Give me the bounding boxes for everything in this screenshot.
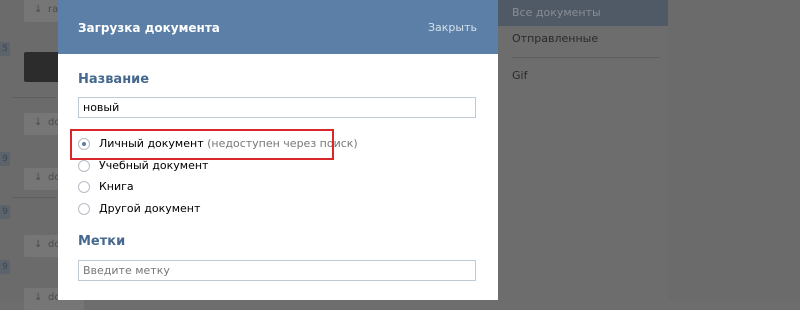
radio-label: Другой документ (99, 202, 201, 215)
count-badge: 9 (0, 260, 10, 274)
thumbnail-image (24, 52, 62, 82)
dialog-header: Загрузка документа Закрыть (58, 0, 498, 54)
count-badge: 9 (0, 205, 10, 219)
radio-label: Книга (99, 180, 134, 193)
filter-all-documents[interactable]: Все документы (498, 0, 668, 26)
radio-label: Учебный документ (99, 159, 209, 172)
divider (512, 57, 660, 58)
radio-button[interactable] (78, 203, 90, 215)
download-icon: ↓ (34, 239, 43, 250)
filter-sent[interactable]: Отправленные (498, 26, 668, 52)
download-icon: ↓ (34, 4, 43, 15)
radio-button[interactable] (78, 181, 90, 193)
filter-label: Gif (512, 69, 528, 82)
filter-label: Все документы (512, 6, 601, 19)
dialog-title: Загрузка документа (78, 21, 220, 35)
name-section-title: Название (78, 72, 150, 87)
page-backdrop-right (668, 0, 800, 300)
tag-input[interactable] (78, 260, 476, 281)
list-item-label: ra (48, 4, 59, 15)
download-icon: ↓ (34, 292, 43, 303)
download-icon: ↓ (34, 117, 43, 128)
count-badge: 9 (0, 152, 10, 166)
count-badge: 5 (0, 42, 10, 56)
radio-button[interactable] (78, 138, 90, 150)
filter-gif[interactable]: Gif (498, 63, 668, 89)
radio-hint: (недоступен через поиск) (203, 137, 358, 150)
filter-label: Отправленные (512, 32, 599, 45)
close-button[interactable]: Закрыть (428, 21, 477, 34)
download-icon: ↓ (34, 172, 43, 183)
divider (12, 97, 56, 98)
upload-document-dialog: Загрузка документа Закрыть Название Личн… (58, 0, 498, 300)
documents-filter-menu: Все документы Отправленные Gif (498, 0, 668, 300)
radio-button[interactable] (78, 160, 90, 172)
radio-label: Личный документ (недоступен через поиск) (99, 137, 358, 150)
divider (12, 197, 56, 198)
document-name-input[interactable] (78, 97, 476, 118)
background-list: ↓ ra 5 ↓ do 9 ↓ do 9 ↓ do 9 ↓ do (0, 0, 84, 310)
tags-section-title: Метки (78, 234, 126, 249)
